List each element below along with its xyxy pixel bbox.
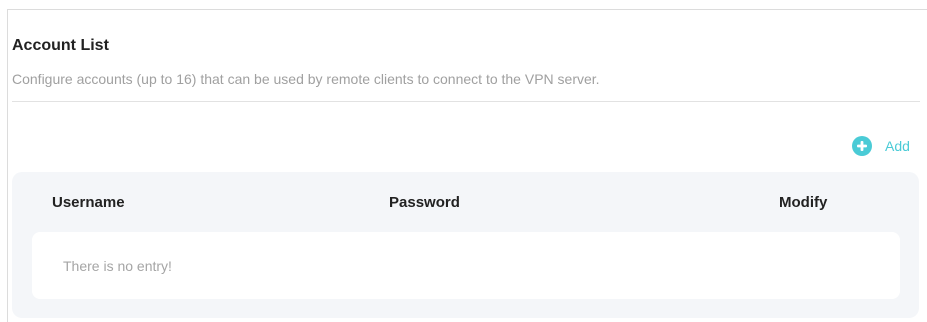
section-title: Account List [12,37,109,54]
panel-left-border [7,9,8,322]
add-button-label: Add [885,138,910,154]
column-header-modify: Modify [779,194,828,211]
account-table: Username Password Modify There is no ent… [12,172,919,318]
empty-table-row: There is no entry! [32,232,900,299]
account-list-panel: Account List Configure accounts (up to 1… [0,0,927,322]
section-description: Configure accounts (up to 16) that can b… [12,71,600,87]
column-header-password: Password [389,194,460,211]
empty-message: There is no entry! [63,258,172,274]
add-account-button[interactable]: Add [852,136,910,156]
column-header-username: Username [52,194,125,211]
panel-top-border [7,9,927,10]
section-divider [12,101,920,102]
plus-circle-icon [852,136,872,156]
